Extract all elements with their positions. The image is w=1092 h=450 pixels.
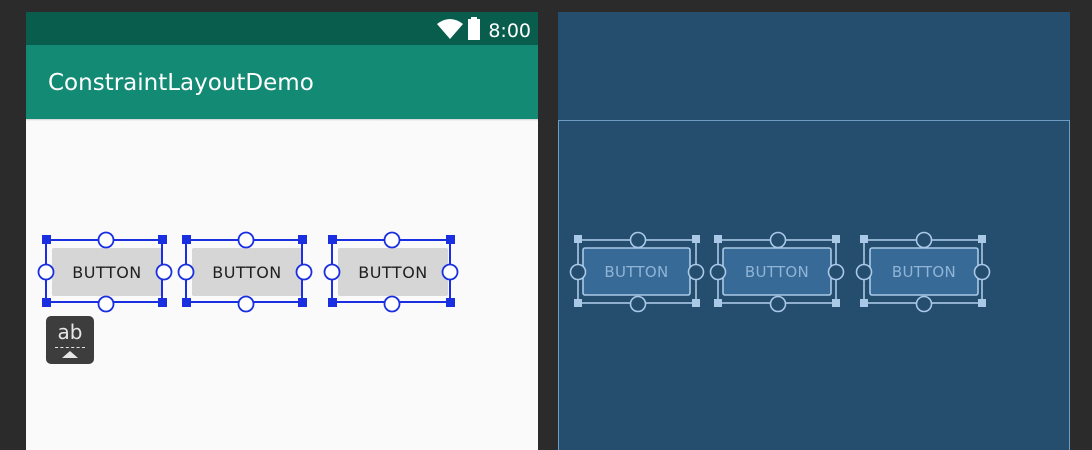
resize-handle[interactable] <box>446 298 455 307</box>
app-bar-shadow <box>26 119 538 121</box>
constraint-anchor[interactable] <box>383 231 401 249</box>
blueprint-layout-frame <box>558 120 1070 450</box>
constraint-anchor[interactable] <box>237 231 255 249</box>
resize-handle[interactable] <box>158 298 167 307</box>
status-bar: 8:00 <box>26 12 538 45</box>
blueprint-surface[interactable]: BUTTON BUTTON BUTTON <box>558 12 1070 450</box>
button-2[interactable]: BUTTON <box>192 248 302 296</box>
resize-handle[interactable] <box>328 298 337 307</box>
app-bar: ConstraintLayoutDemo <box>26 45 538 119</box>
baseline-tool-label: ab <box>57 320 83 344</box>
baseline-constraint-icon[interactable]: ab <box>46 316 94 364</box>
resize-handle[interactable] <box>328 235 337 244</box>
resize-handle[interactable] <box>446 235 455 244</box>
layout-editor: 8:00 ConstraintLayoutDemo BUTTON BUTTON … <box>0 0 1092 450</box>
constraint-anchor[interactable] <box>237 295 255 313</box>
button-1[interactable]: BUTTON <box>52 248 162 296</box>
status-time: 8:00 <box>488 20 531 42</box>
battery-icon <box>468 17 480 40</box>
resize-handle[interactable] <box>182 235 191 244</box>
resize-handle[interactable] <box>42 298 51 307</box>
baseline-arrow <box>62 351 78 358</box>
resize-handle[interactable] <box>158 235 167 244</box>
button-3[interactable]: BUTTON <box>338 248 448 296</box>
resize-handle[interactable] <box>182 298 191 307</box>
resize-handle[interactable] <box>298 235 307 244</box>
resize-handle[interactable] <box>298 298 307 307</box>
constraint-anchor[interactable] <box>383 295 401 313</box>
resize-handle[interactable] <box>42 235 51 244</box>
constraint-anchor[interactable] <box>97 231 115 249</box>
baseline-dash <box>55 347 85 348</box>
design-surface[interactable]: 8:00 ConstraintLayoutDemo BUTTON BUTTON … <box>26 12 538 450</box>
constraint-anchor[interactable] <box>97 295 115 313</box>
wifi-icon <box>437 19 463 39</box>
app-title: ConstraintLayoutDemo <box>48 70 314 96</box>
